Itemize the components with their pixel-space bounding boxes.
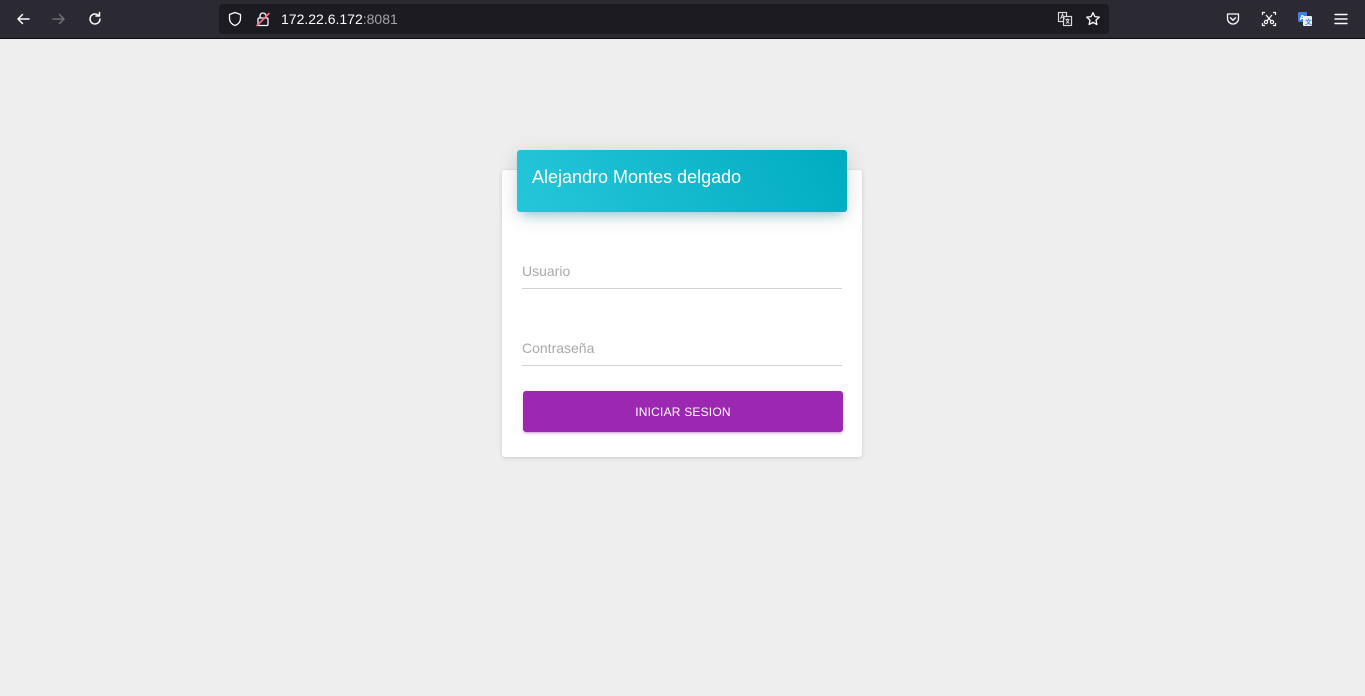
reload-button[interactable] <box>81 5 109 33</box>
page-content: Alejandro Montes delgado INICIAR SESION <box>0 40 1365 696</box>
url-host: 172.22.6.172 <box>281 11 363 27</box>
reload-icon <box>89 11 101 25</box>
arrow-right-icon <box>52 13 65 25</box>
browser-toolbar: 172.22.6.172:8081 A 文 <box>0 0 1365 39</box>
translator-extension-button[interactable]: A 文 <box>1291 5 1319 33</box>
login-card: Alejandro Montes delgado INICIAR SESION <box>502 150 862 457</box>
pocket-button[interactable] <box>1219 5 1247 33</box>
translator-extension-icon: A 文 <box>1298 12 1312 26</box>
pocket-icon <box>1226 13 1240 25</box>
lock-insecure-icon[interactable] <box>255 11 271 27</box>
password-input[interactable] <box>522 330 842 366</box>
translate-icon[interactable] <box>1057 11 1073 27</box>
arrow-left-icon <box>17 13 30 25</box>
username-input[interactable] <box>522 253 842 289</box>
screenshot-icon <box>1261 11 1277 27</box>
back-button[interactable] <box>9 5 37 33</box>
url-port: :8081 <box>362 11 398 27</box>
star-icon[interactable] <box>1085 11 1101 27</box>
login-button[interactable]: INICIAR SESION <box>523 391 843 432</box>
login-title: Alejandro Montes delgado <box>532 167 742 187</box>
forward-button[interactable] <box>45 5 73 33</box>
svg-text:文: 文 <box>1304 17 1312 26</box>
url-text: 172.22.6.172:8081 <box>281 11 398 27</box>
hamburger-menu-icon <box>1334 13 1348 25</box>
address-bar[interactable]: 172.22.6.172:8081 <box>219 4 1109 34</box>
login-card-header: Alejandro Montes delgado <box>517 150 847 212</box>
screenshot-button[interactable] <box>1255 5 1283 33</box>
shield-icon[interactable] <box>227 11 243 27</box>
menu-button[interactable] <box>1327 5 1355 33</box>
